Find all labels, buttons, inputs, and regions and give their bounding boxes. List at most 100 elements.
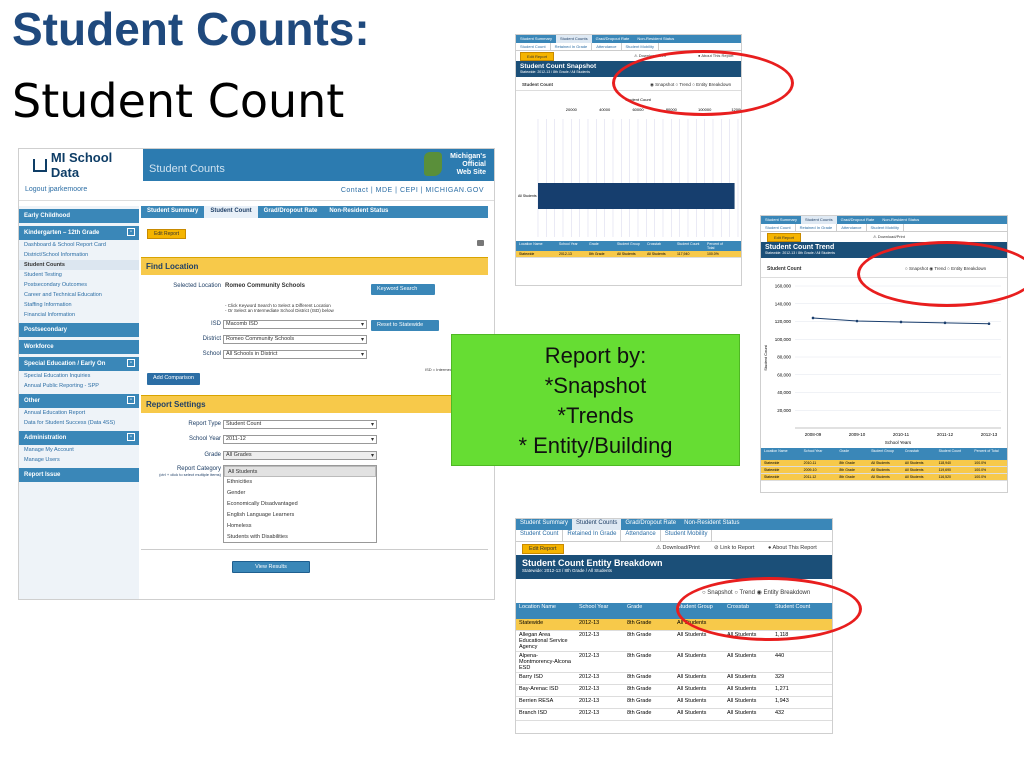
tab[interactable]: Grad/Dropout Rate	[592, 35, 634, 43]
sidebar-section[interactable]: Postsecondary	[19, 323, 139, 337]
sidebar-item[interactable]: Postsecondary Outcomes	[19, 280, 139, 290]
sidebar-item[interactable]: Student Testing	[19, 270, 139, 280]
tab[interactable]: Student Mobility	[661, 530, 713, 541]
sidebar-section[interactable]: Kindergarten – 12th Grade -	[19, 226, 139, 240]
tab[interactable]: Student Summary	[761, 216, 801, 224]
tab[interactable]: Attendance	[592, 43, 622, 50]
column-header[interactable]: Student Count	[674, 241, 704, 251]
collapse-icon[interactable]: -	[127, 228, 135, 236]
collapse-icon[interactable]: -	[127, 359, 135, 367]
edit-report-button[interactable]: Edit Report	[147, 222, 187, 240]
michigan-official-site[interactable]: Michigan's Official Web Site	[450, 153, 486, 177]
sidebar-item[interactable]: Dashboard & School Report Card	[19, 240, 139, 250]
sidebar-item[interactable]: Student Counts	[19, 260, 139, 270]
column-header[interactable]: Student Count	[936, 448, 972, 460]
tab[interactable]: Student Mobility	[622, 43, 659, 50]
sidebar-section[interactable]: Report Issue	[19, 468, 139, 482]
reset-statewide-button[interactable]: Reset to Statewide	[371, 320, 439, 331]
column-header[interactable]: Crosstab	[902, 448, 936, 460]
sidebar-item[interactable]: District/School Information	[19, 250, 139, 260]
isd-select[interactable]: Macomb ISD	[223, 320, 367, 329]
sidebar-item[interactable]: Special Education Inquiries	[19, 371, 139, 381]
sidebar-item[interactable]: Career and Technical Education	[19, 290, 139, 300]
data-point[interactable]	[899, 320, 903, 324]
category-option[interactable]: Gender	[224, 488, 376, 499]
add-comparison-button[interactable]: Add Comparison	[147, 373, 200, 385]
tab[interactable]: Student Count	[516, 530, 564, 541]
column-header[interactable]: Percent of Total	[971, 448, 1007, 460]
bar[interactable]	[538, 183, 735, 209]
sidebar-section[interactable]: Special Education / Early On -	[19, 357, 139, 371]
sidebar-section[interactable]: Workforce	[19, 340, 139, 354]
tab[interactable]: Grad/Dropout Rate	[621, 519, 680, 530]
tab[interactable]: Student Summary	[141, 206, 204, 218]
tab[interactable]: Non-Resident Status	[878, 216, 923, 224]
category-option[interactable]: All Students	[224, 466, 376, 477]
column-header[interactable]: Location Name	[516, 241, 556, 251]
download-print-link[interactable]: ⚠ Download/Print	[873, 234, 905, 239]
tab[interactable]: Student Count	[761, 224, 796, 231]
column-header[interactable]: School Year	[576, 603, 624, 619]
edit-report-button[interactable]: Edit Report	[767, 233, 802, 242]
tab[interactable]: Student Summary	[516, 35, 556, 43]
school-year-select[interactable]: 2011-12	[223, 435, 377, 444]
tab[interactable]: Retained In Grade	[563, 530, 622, 541]
tab[interactable]: Student Counts	[801, 216, 837, 224]
sidebar-item[interactable]: Manage Users	[19, 455, 139, 465]
column-header[interactable]: Student Group	[614, 241, 644, 251]
tab[interactable]: Student Counts	[556, 35, 592, 43]
top-links[interactable]: Contact | MDE | CEPI | MICHIGAN.GOV	[341, 187, 484, 194]
tab[interactable]: Non-Resident Status	[633, 35, 678, 43]
column-header[interactable]: School Year	[556, 241, 586, 251]
column-header[interactable]: School Year	[801, 448, 837, 460]
tab[interactable]: Non-Resident Status	[323, 206, 394, 218]
edit-report-button[interactable]: Edit Report	[520, 52, 555, 61]
tab[interactable]: Student Count	[204, 206, 258, 218]
grade-select[interactable]: All Grades	[223, 451, 377, 460]
sidebar-item[interactable]: Financial Information	[19, 310, 139, 320]
sidebar-item[interactable]: Annual Education Report	[19, 408, 139, 418]
about-report-link[interactable]: ● About This Report	[768, 545, 817, 551]
tab[interactable]: Non-Resident Status	[680, 519, 743, 530]
tab[interactable]: Grad/Dropout Rate	[258, 206, 324, 218]
report-category-list[interactable]: All Students Ethnicities Gender Economicall…	[223, 465, 377, 543]
tab[interactable]: Retained In Grade	[796, 224, 838, 231]
data-point[interactable]	[811, 316, 815, 320]
tab[interactable]: Grad/Dropout Rate	[837, 216, 879, 224]
school-select[interactable]: All Schools in District	[223, 350, 367, 359]
collapse-icon[interactable]: -	[127, 433, 135, 441]
view-results-button[interactable]: View Results	[232, 561, 310, 573]
sidebar-section[interactable]: Administration -	[19, 431, 139, 445]
tab[interactable]: Attendance	[837, 224, 867, 231]
report-type-select[interactable]: Student Count	[223, 420, 377, 429]
mi-school-data-logo[interactable]: MI School Data	[19, 149, 143, 181]
column-header[interactable]: Grade	[624, 603, 674, 619]
category-option[interactable]: Homeless	[224, 521, 376, 532]
column-header[interactable]: Crosstab	[644, 241, 674, 251]
sidebar-item[interactable]: Annual Public Reporting - SPP	[19, 381, 139, 391]
sidebar-item[interactable]: Staffing Information	[19, 300, 139, 310]
column-header[interactable]: Location Name	[516, 603, 576, 619]
download-print-link[interactable]: ⚠ Download/Print	[656, 545, 700, 551]
category-option[interactable]: English Language Learners	[224, 510, 376, 521]
collapse-icon[interactable]: -	[127, 396, 135, 404]
category-option[interactable]: Economically Disadvantaged	[224, 499, 376, 510]
column-header[interactable]: Grade	[586, 241, 614, 251]
tab[interactable]: Student Count	[516, 43, 551, 50]
link-to-report-link[interactable]: ⊘ Link to Report	[714, 545, 754, 551]
district-select[interactable]: Romeo Community Schools	[223, 335, 367, 344]
data-point[interactable]	[987, 322, 991, 326]
tab[interactable]: Student Mobility	[867, 224, 904, 231]
sidebar-item[interactable]: Data for Student Success (Data 4SS)	[19, 418, 139, 428]
category-option[interactable]: Ethnicities	[224, 477, 376, 488]
column-header[interactable]: Percent of Total	[704, 241, 734, 251]
tab[interactable]: Student Summary	[516, 519, 572, 530]
mail-icon[interactable]	[477, 240, 484, 246]
tab[interactable]: Attendance	[621, 530, 661, 541]
category-option[interactable]: Students with Disabilities	[224, 532, 376, 543]
tab[interactable]: Student Counts	[572, 519, 622, 530]
data-point[interactable]	[855, 319, 859, 323]
logout-link[interactable]: Logout jparkemoore	[25, 186, 87, 193]
column-header[interactable]: Grade	[836, 448, 868, 460]
sidebar-section[interactable]: Other -	[19, 394, 139, 408]
